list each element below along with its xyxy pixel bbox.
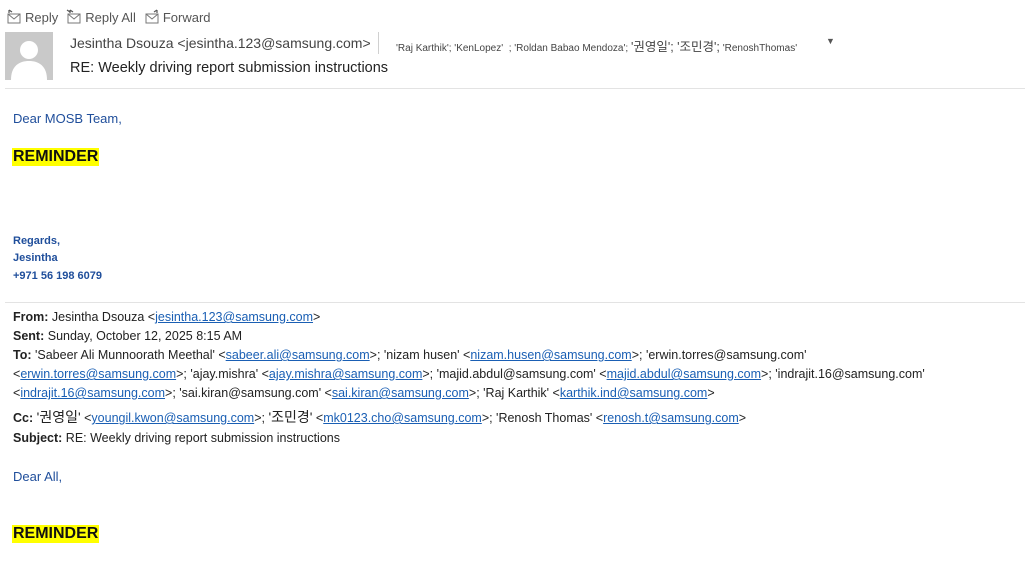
to-email-link[interactable]: karthik.ind@samsung.com [560, 386, 707, 400]
quoted-sent: Sent: Sunday, October 12, 2025 8:15 AM [13, 329, 242, 343]
to-text: >; 'indrajit.16@samsung.com' [761, 367, 925, 381]
person-icon [5, 32, 53, 80]
to-text: >; 'majid.abdul@samsung.com' < [422, 367, 607, 381]
reply-all-icon [66, 9, 81, 24]
signature-phone: +971 56 198 6079 [13, 270, 103, 282]
cc-email-link[interactable]: youngil.kwon@samsung.com [91, 411, 254, 425]
message-toolbar: Reply Reply All Forward [6, 8, 211, 26]
recipients-part-3: '권영일'; '조민경'; [630, 40, 720, 54]
message-subject: RE: Weekly driving report submission ins… [70, 60, 389, 76]
quoted-subject: Subject: RE: Weekly driving report submi… [13, 431, 340, 445]
cc-email-link[interactable]: mk0123.cho@samsung.com [323, 411, 482, 425]
cc-text: >; 'Renosh Thomas' < [481, 411, 604, 425]
signature-regards: Regards, [13, 235, 61, 247]
cc-name: '권영일' [36, 409, 81, 425]
chevron-down-icon[interactable]: ▼ [826, 36, 835, 46]
subject-label: Subject: [13, 431, 63, 445]
from-name: Jesintha Dsouza < [51, 310, 156, 324]
header-divider [378, 32, 379, 54]
forward-button[interactable]: Forward [144, 9, 211, 25]
sender-avatar [5, 32, 53, 80]
reply-icon [7, 9, 21, 24]
quoted-reminder-highlight: REMINDER [12, 525, 100, 543]
quoted-cc: Cc: '권영일' <youngil.kwon@samsung.com>; '조… [13, 409, 747, 425]
cc-name: '조민경' [268, 409, 313, 425]
to-text: >; 'nizam husen' < [369, 348, 471, 362]
to-email-link[interactable]: nizam.husen@samsung.com [470, 348, 631, 362]
recipients-part-1: 'Raj Karthik'; 'KenLopez' [396, 43, 504, 54]
quoted-to-line-3: <indrajit.16@samsung.com>; 'sai.kiran@sa… [13, 386, 715, 400]
to-email-link[interactable]: majid.abdul@samsung.com [607, 367, 761, 381]
reply-label: Reply [25, 9, 59, 25]
recipients-part-4: 'RenoshThomas' [722, 43, 798, 54]
to-text: >; 'ajay.mishra' < [176, 367, 269, 381]
to-email-link[interactable]: ajay.mishra@samsung.com [269, 367, 422, 381]
header-separator [5, 88, 1025, 89]
to-text: >; 'sai.kiran@samsung.com' < [165, 386, 332, 400]
from-email-link[interactable]: jesintha.123@samsung.com [155, 310, 313, 324]
reminder-highlight: REMINDER [12, 148, 100, 166]
sent-label: Sent: [13, 329, 45, 343]
to-text: >; 'Raj Karthik' < [468, 386, 560, 400]
cc-label: Cc: [13, 411, 34, 425]
reply-button[interactable]: Reply [6, 9, 58, 25]
reply-all-label: Reply All [85, 9, 136, 25]
forward-icon [145, 9, 159, 24]
signature-name: Jesintha [13, 252, 58, 264]
to-email-link[interactable]: sabeer.ali@samsung.com [226, 348, 370, 362]
sender-email: jesintha.123@samsung.com [185, 35, 363, 51]
to-text: 'Sabeer Ali Munnoorath Meethal' < [35, 348, 226, 362]
to-label: To: [13, 348, 32, 362]
greeting: Dear MOSB Team, [13, 111, 122, 126]
forward-label: Forward [162, 9, 211, 25]
to-text: >; 'erwin.torres@samsung.com' [631, 348, 807, 362]
to-email-link[interactable]: erwin.torres@samsung.com [20, 367, 176, 381]
sender-line[interactable]: Jesintha Dsouza <jesintha.123@samsung.co… [70, 35, 371, 51]
cc-email-link[interactable]: renosh.t@samsung.com [603, 411, 739, 425]
sender-name: Jesintha Dsouza [70, 35, 174, 51]
quoted-from: From: Jesintha Dsouza <jesintha.123@sams… [13, 310, 321, 324]
to-email-link[interactable]: sai.kiran@samsung.com [332, 386, 469, 400]
quoted-greeting: Dear All, [13, 469, 63, 484]
recipients-part-2: ; 'Roldan Babao Mendoza'; [508, 43, 629, 54]
quoted-to-line-2: <erwin.torres@samsung.com>; 'ajay.mishra… [13, 367, 925, 381]
subject-value: RE: Weekly driving report submission ins… [65, 431, 340, 445]
reply-all-button[interactable]: Reply All [66, 9, 136, 25]
sent-value: Sunday, October 12, 2025 8:15 AM [47, 329, 243, 343]
from-label: From: [13, 310, 49, 324]
quoted-to-line-1: To: 'Sabeer Ali Munnoorath Meethal' <sab… [13, 348, 807, 362]
recipient-list[interactable]: 'Raj Karthik'; 'KenLopez' ; 'Roldan Baba… [396, 36, 797, 55]
quote-separator [5, 302, 1025, 303]
to-email-link[interactable]: indrajit.16@samsung.com [20, 386, 165, 400]
